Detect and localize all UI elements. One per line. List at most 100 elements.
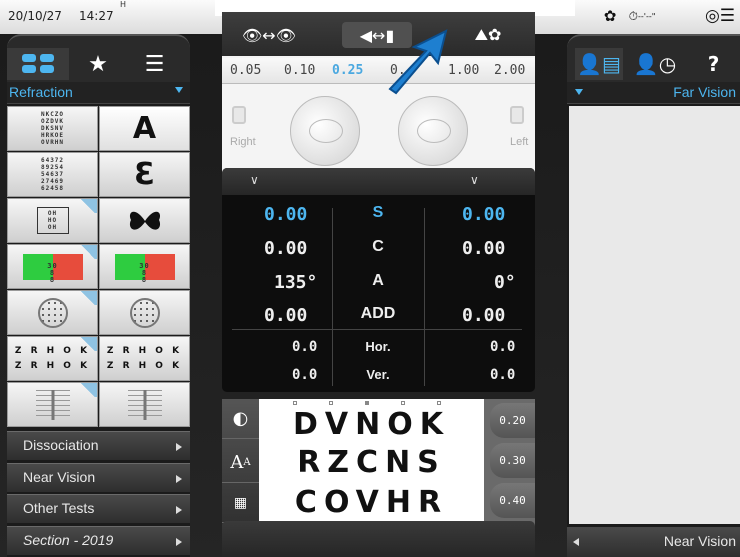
tile-dot-pattern-2[interactable] — [99, 290, 190, 335]
tile-dot-pattern-1[interactable] — [7, 290, 98, 335]
row-label: A — [372, 272, 384, 289]
date-text: 20/10/27 — [8, 9, 62, 23]
right-tabs: 👤▤ 👤◷ ? — [567, 34, 740, 82]
tile-letters-chart[interactable]: NKCZO OZDVK DKSNV HRKOE OVRHN — [7, 106, 98, 151]
right-value: 0.00 — [264, 238, 308, 259]
lock-right-icon[interactable] — [232, 106, 246, 124]
dropdown-label: Far Vision — [673, 84, 736, 100]
iris-icon — [309, 119, 343, 143]
left-value: 0.00 — [462, 238, 506, 259]
row-label: S — [372, 204, 384, 221]
chevron-right-icon — [176, 443, 182, 451]
tab-patient-record[interactable]: 👤▤ — [575, 48, 623, 80]
lock-left-icon[interactable] — [510, 106, 524, 124]
tile-cross-1[interactable] — [7, 382, 98, 427]
scale-value: 2.00 — [494, 63, 526, 78]
row-vertical[interactable]: 0.0 Ver. 0.0 — [222, 367, 535, 401]
acuity-column: 0.20 0.30 0.40 — [484, 399, 535, 529]
tile-letter-lines-1[interactable]: Z R H O KZ R H O K — [7, 336, 98, 381]
corner-icon — [79, 291, 97, 305]
chart-line[interactable]: COVHR — [259, 485, 484, 520]
binocular-toggle[interactable]: 👁↔👁 — [234, 22, 304, 48]
menu-section[interactable]: Section - 2019 — [7, 526, 190, 555]
chart-line[interactable]: DVNOK — [259, 407, 484, 442]
left-tabs: ★ ☰ — [7, 34, 190, 82]
tile-red-green-2[interactable]: 30 8 8 — [99, 244, 190, 289]
tile-text: OH HO OH — [36, 207, 69, 234]
pointer-arrow-icon — [388, 29, 448, 95]
chevron-left-icon — [573, 538, 579, 546]
star-icon: ★ — [88, 51, 108, 77]
tab-grid[interactable] — [7, 48, 69, 80]
left-eye-button[interactable] — [398, 96, 468, 166]
acuity-scale[interactable]: 0.05 0.10 0.25 0. 1.00 2.00 — [222, 58, 535, 84]
menu-toggle-icon[interactable]: ◎☰ — [700, 5, 740, 27]
near-vision-footer[interactable]: Near Vision — [567, 527, 740, 557]
right-eye-button[interactable] — [290, 96, 360, 166]
settings-icon[interactable]: ✿ — [598, 5, 622, 27]
tile-butterfly[interactable] — [99, 198, 190, 243]
hmark: H — [120, 0, 127, 9]
row-add[interactable]: 0.00 ADD 0.00 — [222, 305, 535, 339]
menu-dissociation[interactable]: Dissociation — [7, 431, 190, 460]
row-label: C — [372, 238, 384, 255]
letter-chart: DVNOK RZCNS COVHR — [259, 399, 484, 529]
dot-circle-icon — [129, 297, 160, 328]
dropdown-arrow-icon — [575, 89, 583, 95]
chart-line[interactable]: RZCNS — [259, 445, 484, 480]
right-value: 135° — [274, 272, 318, 293]
tab-help[interactable]: ? — [687, 48, 740, 80]
menu-near-vision[interactable]: Near Vision — [7, 463, 190, 492]
chevron-right-icon — [176, 475, 182, 483]
tile-text: 30 8 8 — [47, 262, 58, 284]
menu-label: Dissociation — [23, 437, 99, 453]
row-cylinder[interactable]: 0.00 C 0.00 — [222, 238, 535, 272]
bottom-bar — [222, 521, 535, 557]
chevron-down-icon[interactable]: ∨ — [250, 173, 259, 187]
tile-oh-test[interactable]: OH HO OH — [7, 198, 98, 243]
tile-cross-2[interactable] — [99, 382, 190, 427]
mountain-icon: ⛰✿ — [474, 25, 502, 44]
footer-label: Near Vision — [663, 533, 736, 549]
tab-history[interactable]: 👤◷ — [627, 48, 683, 80]
tile-single-number[interactable]: Ɛ — [99, 152, 190, 197]
chevron-down-icon[interactable]: ∨ — [470, 173, 479, 187]
list-icon: ☰ — [144, 51, 165, 77]
corner-icon — [79, 199, 97, 213]
scale-value: 0.05 — [230, 63, 262, 78]
iris-icon — [417, 119, 451, 143]
test-category-dropdown[interactable]: Refraction — [7, 82, 190, 104]
vision-dropdown[interactable]: Far Vision — [567, 82, 740, 104]
tile-letter-lines-2[interactable]: Z R H O KZ R H O K — [99, 336, 190, 381]
right-value: 0.0 — [292, 339, 318, 355]
row-sphere[interactable]: 0.00 S 0.00 — [222, 204, 535, 238]
acuity-value[interactable]: 0.40 — [490, 483, 535, 518]
chevron-right-icon — [176, 538, 182, 546]
acuity-value[interactable]: 0.20 — [490, 403, 535, 438]
left-value: 0° — [494, 272, 516, 293]
font-size-icon[interactable]: AA — [222, 443, 259, 483]
landscape-toggle[interactable]: ⛰✿ — [458, 22, 518, 48]
timer-icon[interactable]: ⏱ --'--" — [623, 5, 661, 27]
tab-favorites[interactable]: ★ — [73, 48, 123, 80]
contrast-icon[interactable]: ◐ — [222, 399, 259, 439]
help-icon: ? — [707, 52, 720, 76]
time-text: 14:27 — [79, 9, 114, 23]
dropdown-label: Refraction — [9, 84, 73, 100]
corner-icon — [79, 337, 97, 351]
dot-grid-icon[interactable]: ▦ — [222, 483, 259, 523]
acuity-value[interactable]: 0.30 — [490, 443, 535, 478]
tab-list[interactable]: ☰ — [127, 48, 182, 80]
tile-numbers-chart[interactable]: 64372 89254 54637 27469 62458 — [7, 152, 98, 197]
values-header: ∨ ∨ — [222, 168, 535, 195]
butterfly-icon — [129, 211, 160, 230]
chart-dots — [259, 401, 484, 406]
tile-red-green-1[interactable]: 30 8 8 — [7, 244, 98, 289]
eye-toolbar: 👁↔👁 ◀↔▮ ⛰✿ — [222, 12, 535, 56]
menu-other-tests[interactable]: Other Tests — [7, 494, 190, 523]
right-value: 0.00 — [264, 305, 308, 326]
right-value: 0.00 — [264, 204, 308, 225]
row-axis[interactable]: 135° A 0° — [222, 272, 535, 306]
phoropter-app: 20/10/27 14:27 H ✿ ⏱ --'--" ◎☰ ★ ☰ Refrac… — [0, 0, 740, 557]
tile-single-letter[interactable]: A — [99, 106, 190, 151]
